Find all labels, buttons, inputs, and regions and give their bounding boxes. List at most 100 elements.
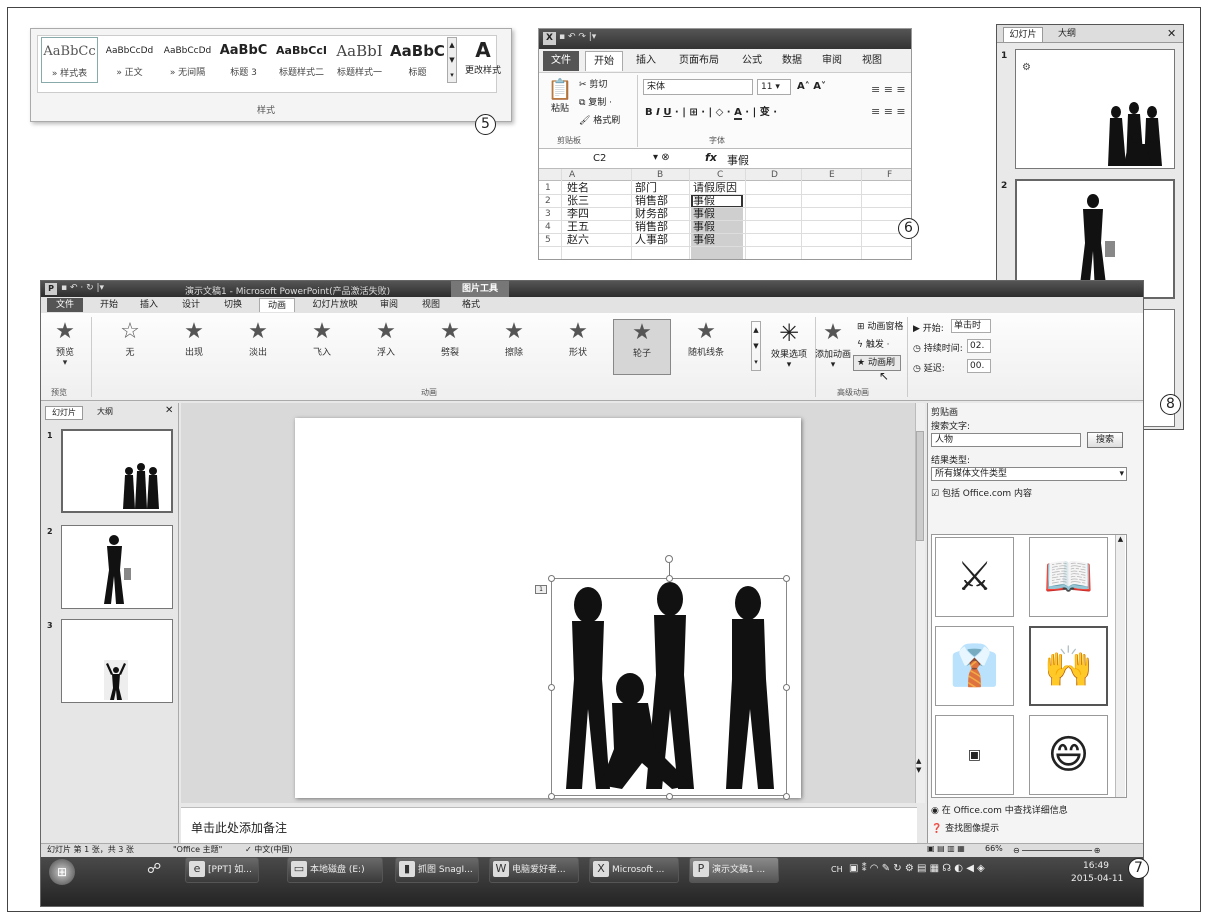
cell-c[interactable]: 事假 <box>693 221 743 233</box>
preview-button[interactable]: ★ 预览 ▾ <box>45 319 85 368</box>
ppt-tab-3[interactable]: 设计 <box>173 298 209 312</box>
cell-b[interactable]: 人事部 <box>635 234 691 246</box>
xl-tab-insert[interactable]: 插入 <box>629 51 663 71</box>
zoom-slider[interactable]: ⊖ ⊕ <box>1013 847 1109 855</box>
rotate-handle[interactable] <box>665 555 673 563</box>
ppt-tab-7[interactable]: 审阅 <box>371 298 407 312</box>
tab-outline[interactable]: 大纲 <box>1047 27 1087 41</box>
name-box[interactable]: C2 <box>543 152 643 166</box>
left-tab-slides[interactable]: 幻灯片 <box>45 406 83 420</box>
animation-4[interactable]: ★ 浮入 <box>357 319 415 358</box>
selected-picture[interactable] <box>551 578 787 796</box>
xl-tab-file[interactable]: 文件 <box>543 51 579 71</box>
style-item-0[interactable]: AaBbCc » 样式表 <box>41 37 98 83</box>
cell-a[interactable]: 王五 <box>567 221 617 233</box>
clipart-book-man[interactable]: 📖 <box>1029 537 1108 617</box>
taskbar-item-snagit[interactable]: ▮ 抓图 SnagI... <box>395 857 479 883</box>
system-tray-icons[interactable]: ▣ ⁑ ◠ ✎ ↻ ⚙ ▤ ▦ ☊ ◐ ◀ ◈ <box>849 863 985 874</box>
clipart-fencer[interactable]: ⚔ <box>935 537 1014 617</box>
clock-time[interactable]: 16:49 <box>1083 861 1109 871</box>
taskbar-item-powerpoint[interactable]: P 演示文稿1 ... <box>689 857 779 883</box>
notes-area[interactable] <box>181 807 917 843</box>
col-header[interactable]: C <box>717 169 737 181</box>
taskbar-item-word[interactable]: W 电脑爱好者... <box>489 857 579 883</box>
clock-date[interactable]: 2015-04-11 <box>1071 874 1123 884</box>
link-image-tips[interactable]: ❓ 查找图像提示 <box>931 821 999 834</box>
left-tab-outline[interactable]: 大纲 <box>87 406 123 418</box>
resize-handle[interactable] <box>548 684 555 691</box>
input-method[interactable]: CH <box>831 865 843 874</box>
cell-a[interactable]: 李四 <box>567 208 617 220</box>
animation-6[interactable]: ★ 擦除 <box>485 319 543 358</box>
animation-0[interactable]: ☆ 无 <box>101 319 159 358</box>
animation-5[interactable]: ★ 劈裂 <box>421 319 479 358</box>
xl-tab-home[interactable]: 开始 <box>585 51 623 71</box>
clipart-placeholder[interactable]: ▣ <box>935 715 1014 795</box>
style-item-3[interactable]: AaBbC 标题 3 <box>215 37 272 83</box>
zoom-level[interactable]: 66% <box>985 844 1003 853</box>
font-size-select[interactable]: 11 ▾ <box>757 79 791 95</box>
effect-options-button[interactable]: ✳ 效果选项 ▾ <box>765 319 813 370</box>
col-header[interactable]: E <box>829 169 849 181</box>
ppt-tab-8[interactable]: 视图 <box>413 298 449 312</box>
include-office-checkbox[interactable]: ☑ 包括 Office.com 内容 <box>931 486 1032 499</box>
ppt-tab-5[interactable]: 动画 <box>259 298 295 312</box>
cell-b[interactable]: 财务部 <box>635 208 691 220</box>
taskbar-item-excel[interactable]: X Microsoft ... <box>589 857 679 883</box>
view-buttons[interactable]: ▣ ▤ ▥ ▦ <box>927 844 965 853</box>
cell-b[interactable]: 部门 <box>635 182 691 194</box>
formula-bar[interactable]: 事假 <box>727 152 749 168</box>
start-select[interactable]: 单击时 <box>951 319 991 333</box>
col-header[interactable]: D <box>771 169 791 181</box>
taskbar-item-local-disk[interactable]: ▭ 本地磁盘 (E:) <box>287 857 383 883</box>
cell-c[interactable]: 事假 <box>693 234 743 246</box>
col-header[interactable]: A <box>569 169 599 181</box>
animation-2[interactable]: ★ 淡出 <box>229 319 287 358</box>
trigger-button[interactable]: ϟ 触发 · <box>857 337 890 350</box>
style-item-2[interactable]: AaBbCcDd » 无间隔 <box>159 37 216 83</box>
copy-button[interactable]: ⧉ 复制 · <box>579 95 612 108</box>
paste-button[interactable]: 📋 粘贴 <box>545 77 575 114</box>
resize-handle[interactable] <box>548 575 555 582</box>
tab-slides[interactable]: 幻灯片 <box>1003 27 1043 43</box>
anim-pane-button[interactable]: ⊞ 动画窗格 <box>857 319 903 332</box>
close-icon[interactable]: ✕ <box>165 405 173 416</box>
cell-c[interactable]: 事假 <box>693 208 743 220</box>
cell-a[interactable]: 张三 <box>567 195 617 207</box>
xl-tab-review[interactable]: 审阅 <box>815 51 849 71</box>
resize-handle[interactable] <box>783 793 790 800</box>
results-select[interactable]: 所有媒体文件类型 ▾ <box>931 467 1127 481</box>
xl-tab-layout[interactable]: 页面布局 <box>669 51 729 71</box>
clipart-businessman[interactable]: 👔 <box>935 626 1014 706</box>
search-button[interactable]: 搜索 <box>1087 432 1123 448</box>
clipart-face[interactable]: 😄 <box>1029 715 1108 795</box>
search-input[interactable]: 人物 <box>931 433 1081 447</box>
slide-thumb-2[interactable] <box>61 525 173 609</box>
resize-handle[interactable] <box>783 575 790 582</box>
cell-a[interactable]: 姓名 <box>567 182 617 194</box>
delay-input[interactable]: 00. <box>967 359 991 373</box>
font-name-select[interactable]: 宋体 <box>643 79 753 95</box>
xl-tab-formulas[interactable]: 公式 <box>735 51 769 71</box>
ppt-tab-0[interactable]: 文件 <box>47 298 83 312</box>
slide-thumb-1[interactable]: ⚙ <box>1015 49 1175 169</box>
cell-b[interactable]: 销售部 <box>635 221 691 233</box>
col-header[interactable]: B <box>657 169 677 181</box>
animation-8[interactable]: ★ 轮子 <box>613 319 671 375</box>
status-language[interactable]: ✓ 中文(中国) <box>245 844 293 855</box>
duration-input[interactable]: 02. <box>967 339 991 353</box>
close-icon[interactable]: ✕ <box>1167 27 1176 40</box>
ppt-tab-9[interactable]: 格式 <box>453 298 489 312</box>
status-theme[interactable]: "Office 主题" <box>173 844 222 855</box>
resize-handle[interactable] <box>783 684 790 691</box>
change-styles-button[interactable]: A 更改样式 <box>461 37 505 87</box>
slide-thumb-1[interactable] <box>61 429 173 513</box>
taskbar-item-ppt-browser[interactable]: e [PPT] 如... <box>185 857 259 883</box>
col-header[interactable]: F <box>887 169 907 181</box>
ppt-tab-4[interactable]: 切换 <box>215 298 251 312</box>
style-item-4[interactable]: AaBbCcI 标题样式二 <box>273 37 330 83</box>
link-office-com[interactable]: ◉ 在 Office.com 中查找详细信息 <box>931 803 1068 816</box>
font-format-buttons[interactable]: B I U · | ⊞ · | ◇ · A · | 变 · <box>645 103 777 120</box>
ppt-tab-2[interactable]: 插入 <box>131 298 167 312</box>
cell-a[interactable]: 赵六 <box>567 234 617 246</box>
